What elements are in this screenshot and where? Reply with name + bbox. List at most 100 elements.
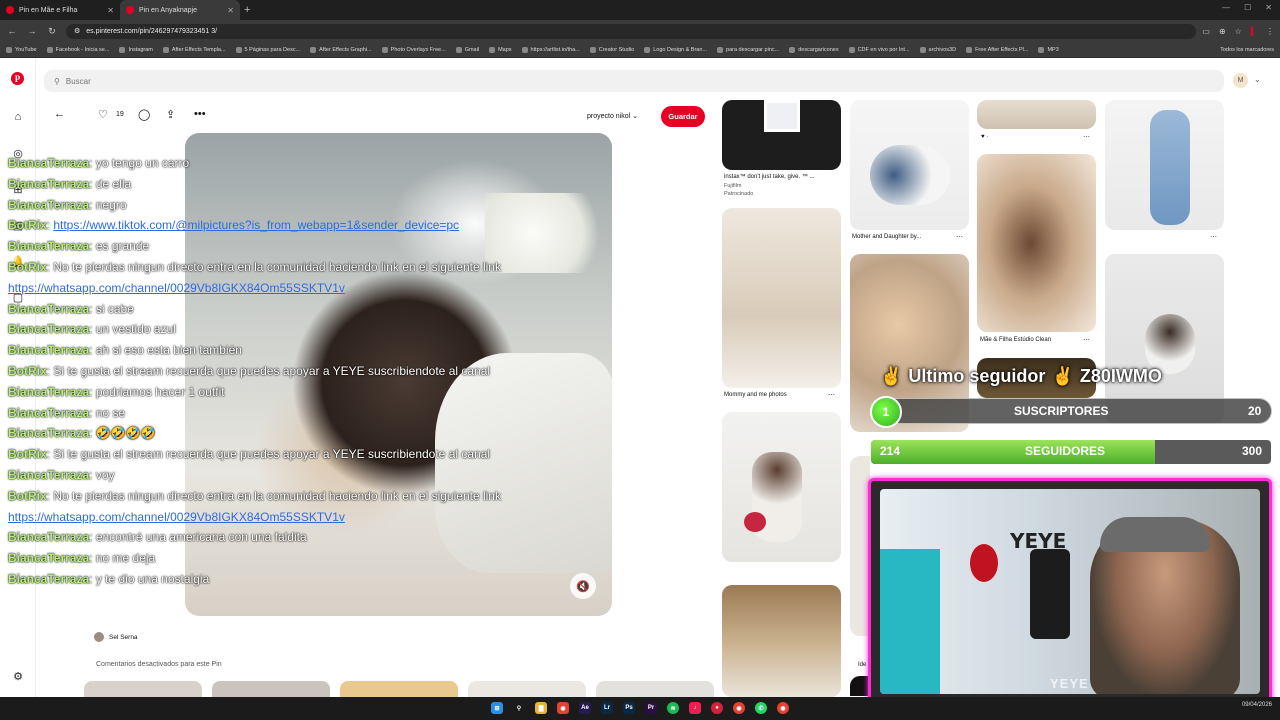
close-tab-icon[interactable]: ✕: [227, 6, 234, 15]
pin-more-icon[interactable]: ⋯: [1083, 336, 1090, 344]
chat-message: BiancaTerraza: si cabe: [8, 302, 134, 316]
bookmark-item[interactable]: descargaricones: [789, 46, 839, 53]
chrome-icon[interactable]: ◉: [733, 702, 745, 714]
bookmark-item[interactable]: Maps: [489, 46, 512, 53]
grid-pin[interactable]: [977, 100, 1096, 129]
bookmark-favicon-icon: [46, 46, 53, 53]
premiere-icon[interactable]: Pr: [645, 702, 657, 714]
chat-username: BotRix: [8, 260, 47, 274]
chat-username: BiancaTerraza: [8, 572, 90, 586]
forward-icon[interactable]: →: [26, 26, 38, 36]
followers-progress-fill: [871, 440, 1155, 464]
bookmark-label: Gmail: [464, 46, 480, 53]
minimize-icon[interactable]: —: [1222, 3, 1230, 12]
tab-anyaknapje[interactable]: Pin en Anyaknapje ✕: [120, 0, 240, 20]
share-icon[interactable]: ⇪: [166, 108, 175, 121]
chat-message: BiancaTerraza: 🤣🤣🤣🤣: [8, 426, 156, 440]
chat-message: BiancaTerraza: voy: [8, 468, 115, 482]
close-tab-icon[interactable]: ✕: [107, 6, 114, 15]
bookmark-item[interactable]: MP3: [1038, 46, 1059, 53]
all-bookmarks-folder[interactable]: Todos los marcadores: [1220, 47, 1274, 53]
chat-text: y te dio una nostalgia: [95, 572, 210, 586]
reload-icon[interactable]: ↻: [46, 26, 58, 37]
pin-more-icon[interactable]: ⋯: [1210, 233, 1217, 241]
bookmark-item[interactable]: Photo Overlays Free...: [381, 46, 446, 53]
bookmark-item[interactable]: 5 Páginas para Desc...: [235, 46, 300, 53]
chrome-icon[interactable]: ◉: [777, 702, 789, 714]
back-arrow-icon[interactable]: ←: [54, 108, 65, 120]
chrome-icon[interactable]: ◉: [557, 702, 569, 714]
board-select[interactable]: proyecto nikol ⌄: [587, 112, 638, 120]
mother-shirt: [435, 353, 612, 573]
after-effects-icon[interactable]: Ae: [579, 702, 591, 714]
chat-separator: :: [89, 426, 96, 441]
grid-pin[interactable]: [722, 412, 841, 562]
chat-link[interactable]: https://whatsapp.com/channel/0029Vb8IGKX…: [8, 281, 345, 295]
mute-icon[interactable]: 🔇: [570, 573, 596, 599]
grid-pin[interactable]: [722, 585, 841, 697]
home-icon[interactable]: ⌂: [11, 110, 25, 124]
chat-message: BotRix: No te pierdas ningun directo ent…: [8, 489, 501, 503]
zoom-icon[interactable]: ⊕: [1219, 27, 1226, 36]
bookmark-item[interactable]: Logo Design & Bran...: [644, 46, 707, 53]
chevron-down-icon[interactable]: ⌄: [1254, 75, 1261, 84]
bookmark-item[interactable]: After Effects Templa...: [162, 46, 226, 53]
new-tab-icon[interactable]: +: [244, 4, 250, 16]
bookmark-item[interactable]: https://artlist.io/tha...: [521, 46, 580, 53]
grid-pin[interactable]: [850, 676, 870, 696]
comment-icon[interactable]: ◯: [138, 108, 150, 121]
grid-pin[interactable]: [1105, 100, 1224, 230]
settings-icon[interactable]: ⚙: [11, 669, 25, 683]
bookmark-item[interactable]: Facebook - Inicia se...: [46, 46, 109, 53]
bookmark-item[interactable]: Free After Effects Pl...: [966, 46, 1028, 53]
site-info-icon[interactable]: ⚙: [74, 27, 80, 35]
menu-icon[interactable]: ⋮: [1266, 27, 1274, 36]
grid-pin[interactable]: [850, 456, 870, 636]
lightroom-icon[interactable]: Lr: [601, 702, 613, 714]
back-icon[interactable]: ←: [6, 26, 18, 36]
pin-more-icon[interactable]: ⋯: [1083, 133, 1090, 141]
chat-link[interactable]: https://whatsapp.com/channel/0029Vb8IGKX…: [8, 510, 345, 524]
tab-mae-e-filha[interactable]: Pin en Mãe e Filha ✕: [0, 0, 120, 20]
pin-author[interactable]: Sel Serna: [94, 632, 138, 642]
whatsapp-icon[interactable]: ✆: [755, 702, 767, 714]
bookmark-item[interactable]: Instagram: [119, 46, 153, 53]
flowers-decoration: [485, 193, 605, 273]
bookmark-label: Maps: [498, 46, 512, 53]
chat-username: BotRix: [8, 364, 47, 378]
grid-pin[interactable]: [850, 100, 969, 230]
bookmark-item[interactable]: After Effects Graphi...: [310, 46, 372, 53]
close-window-icon[interactable]: ✕: [1265, 3, 1272, 12]
avatar[interactable]: M: [1233, 73, 1248, 88]
save-button[interactable]: Guardar: [661, 106, 705, 127]
chat-message: BiancaTerraza: no se: [8, 406, 125, 420]
search-input[interactable]: ⚲ Buscar: [44, 70, 1224, 92]
bookmark-item[interactable]: Gmail: [455, 46, 480, 53]
search-icon[interactable]: ⚲: [513, 702, 525, 714]
grid-pin[interactable]: [722, 208, 841, 388]
cast-icon[interactable]: ▭: [1202, 27, 1210, 36]
app-icon[interactable]: ●: [711, 702, 723, 714]
bookmark-item[interactable]: para descargar pinc...: [717, 46, 779, 53]
spotify-icon[interactable]: ≋: [667, 702, 679, 714]
pin-more-icon[interactable]: ⋯: [828, 391, 835, 399]
maximize-icon[interactable]: ☐: [1244, 3, 1251, 12]
heart-icon[interactable]: ♡: [98, 108, 108, 121]
pin-more-icon[interactable]: ⋯: [956, 233, 963, 241]
chat-link[interactable]: https://www.tiktok.com/@milpictures?is_f…: [53, 218, 459, 232]
bookmark-item[interactable]: CDF en vivo por Int...: [848, 46, 910, 53]
grid-pin[interactable]: [977, 154, 1096, 332]
extension-icon[interactable]: ▍: [1251, 27, 1257, 36]
bookmark-item[interactable]: Creator Studio: [589, 46, 634, 53]
more-options-icon[interactable]: •••: [194, 108, 206, 120]
windows-start-icon[interactable]: ⊞: [491, 702, 503, 714]
pinterest-logo-icon[interactable]: P: [11, 72, 24, 85]
tiktok-icon[interactable]: ♪: [689, 702, 701, 714]
file-explorer-icon[interactable]: ▇: [535, 702, 547, 714]
photoshop-icon[interactable]: Ps: [623, 702, 635, 714]
url-field[interactable]: ⚙ es.pinterest.com/pin/246297479323451 3…: [66, 23, 1196, 39]
bookmark-item[interactable]: YouTube: [6, 46, 37, 53]
grid-pin-instax[interactable]: [722, 100, 841, 170]
bookmark-star-icon[interactable]: ☆: [1235, 27, 1242, 36]
bookmark-item[interactable]: archivos3D: [919, 46, 956, 53]
